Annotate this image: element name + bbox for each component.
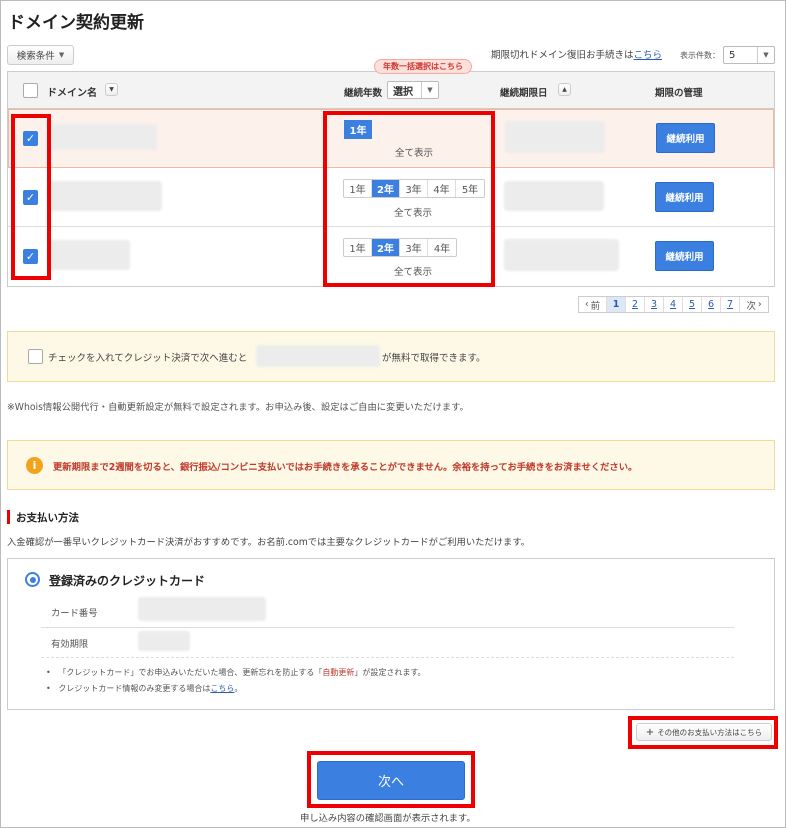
- pager-page[interactable]: 7: [721, 297, 740, 312]
- continue-use-button[interactable]: 継続利用: [655, 241, 714, 271]
- table-header: ドメイン名 ▼ 継続年数 選択 ▼ 継続期限日 ▲ 期限の管理: [8, 72, 774, 109]
- expiry-redacted: [138, 631, 190, 651]
- continue-use-button[interactable]: 継続利用: [655, 182, 714, 212]
- promo-text-before: チェックを入れてクレジット決済で次へ進むと: [48, 353, 248, 364]
- payment-option-box: 登録済みのクレジットカード カード番号 有効期限 • 「クレジットカード」でお申…: [7, 558, 775, 710]
- auto-renew-text: 自動更新: [322, 668, 355, 677]
- pager-next-label: 次: [746, 300, 756, 312]
- search-conditions-label: 検索条件: [16, 51, 55, 62]
- pagination: ‹ 前 1 2 3 4 5 6 7 次 ›: [578, 296, 769, 313]
- expiry-date-redacted: [504, 181, 604, 211]
- note1-text: 「クレジットカード」でお申込みいただいた場合、更新忘れを防止する「: [58, 668, 323, 677]
- promo-checkbox[interactable]: [28, 349, 43, 364]
- expired-domain-link[interactable]: こちら: [634, 50, 663, 61]
- sort-domain-button[interactable]: ▼: [105, 83, 118, 96]
- page-title: ドメイン契約更新: [8, 13, 144, 33]
- expiry-date-redacted: [505, 121, 605, 153]
- display-count-select[interactable]: 5 ▼: [723, 46, 775, 64]
- header-years: 継続年数: [344, 88, 383, 99]
- warning-notice: i 更新期限まで2週間を切ると、銀行振込/コンビニ支払いではお手続きを承ることが…: [7, 440, 775, 490]
- promo-item-redacted: [256, 345, 380, 367]
- continue-use-button[interactable]: 継続利用: [656, 123, 715, 153]
- section-marker: [7, 510, 10, 524]
- domain-name-redacted: [48, 240, 130, 270]
- promo-notice: チェックを入れてクレジット決済で次へ進むと が無料で取得できます。: [7, 331, 775, 382]
- note2-text: クレジットカード情報のみ変更する場合は: [58, 684, 211, 693]
- note2-text-after: 。: [234, 684, 243, 693]
- pager-page[interactable]: 5: [683, 297, 702, 312]
- card-number-redacted: [138, 597, 266, 621]
- whois-note: ※Whois情報公開代行・自動更新設定が無料で設定されます。お申込み後、設定はご…: [7, 402, 469, 413]
- chevron-down-icon: ▼: [757, 47, 774, 63]
- note1-text-after: 」が設定されます。: [354, 668, 426, 677]
- pager-page[interactable]: 4: [664, 297, 683, 312]
- next-highlight: [307, 751, 475, 808]
- bulk-years-tooltip[interactable]: 年数一括選択はこちら: [374, 59, 472, 74]
- header-expiry: 継続期限日: [500, 88, 548, 99]
- header-manage: 期限の管理: [655, 88, 703, 99]
- display-count-label: 表示件数：: [680, 51, 720, 60]
- chevron-down-icon: ▼: [58, 51, 65, 59]
- expired-domain-text: 期限切れドメイン復旧お手続きは: [491, 50, 634, 61]
- pager-page[interactable]: 3: [645, 297, 664, 312]
- info-icon: i: [26, 457, 43, 474]
- expired-domain-notice: 期限切れドメイン復旧お手続きはこちら: [491, 47, 662, 61]
- domain-name-redacted: [48, 181, 162, 211]
- expiry-date-redacted: [504, 239, 619, 271]
- divider: [41, 657, 734, 658]
- promo-text-after: が無料で取得できます。: [382, 353, 486, 364]
- other-methods-highlight: [628, 716, 778, 749]
- pager-page[interactable]: 6: [702, 297, 721, 312]
- pager-page[interactable]: 1: [607, 297, 626, 312]
- years-highlight: [323, 111, 495, 287]
- pager-prev[interactable]: ‹ 前: [579, 297, 607, 312]
- warning-text: 更新期限まで2週間を切ると、銀行振込/コンビニ支払いではお手続きを承ることができ…: [53, 462, 638, 473]
- select-all-checkbox[interactable]: [23, 83, 38, 98]
- change-card-link[interactable]: こちら: [210, 684, 234, 693]
- divider: [41, 627, 734, 628]
- header-domain: ドメイン名: [47, 88, 97, 99]
- next-note: 申し込み内容の確認画面が表示されます。: [300, 813, 476, 824]
- domain-name-redacted: [49, 124, 157, 150]
- payment-section-title: お支払い方法: [16, 512, 79, 524]
- sort-expiry-button[interactable]: ▲: [558, 83, 571, 96]
- pager-next[interactable]: 次 ›: [740, 297, 768, 312]
- payment-note-1: • 「クレジットカード」でお申込みいただいた場合、更新忘れを防止する「自動更新」…: [46, 668, 426, 677]
- payment-note-2: • クレジットカード情報のみ変更する場合はこちら。: [46, 684, 243, 693]
- chevron-down-icon: ▼: [421, 82, 438, 98]
- pager-prev-label: 前: [590, 300, 601, 312]
- card-number-label: カード番号: [51, 608, 98, 619]
- registered-card-radio[interactable]: [25, 572, 40, 587]
- payment-description: 入金確認が一番早いクレジットカード決済がおすすめです。お名前.comでは主要なク…: [7, 537, 530, 548]
- bulk-years-select[interactable]: 選択 ▼: [387, 81, 439, 99]
- pager-page[interactable]: 2: [626, 297, 645, 312]
- expiry-label: 有効期限: [51, 639, 89, 650]
- display-count-value: 5: [729, 49, 736, 61]
- registered-card-label: 登録済みのクレジットカード: [49, 574, 206, 588]
- search-conditions-button[interactable]: 検索条件 ▼: [7, 45, 74, 65]
- checkbox-highlight: [11, 114, 51, 280]
- bulk-years-value: 選択: [393, 86, 413, 98]
